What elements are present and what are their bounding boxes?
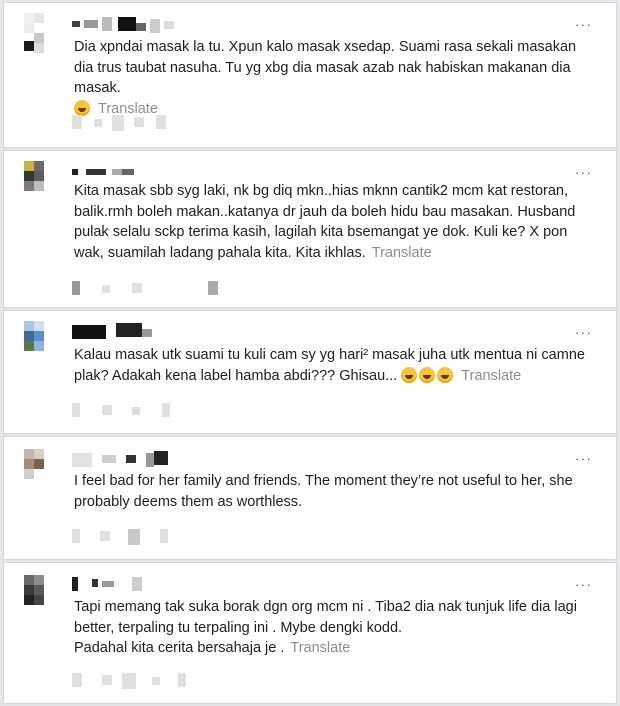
comment-body: Kita masak sbb syg laki, nk bg diq mkn..… xyxy=(74,183,576,261)
comment-card: ··· Kalau masak utk suami tu kuli cam sy… xyxy=(3,310,617,434)
comment-card: ··· I feel bad for her family and friend… xyxy=(3,436,617,560)
comment-card: ··· Kita masak sbb syg laki, nk bg diq m… xyxy=(3,150,617,308)
face-with-tears-of-joy-icon xyxy=(74,99,90,116)
avatar[interactable] xyxy=(24,321,64,361)
comment-text: Kita masak sbb syg laki, nk bg diq mkn..… xyxy=(74,181,596,263)
comment-body: Dia xpndai masak la tu. Xpun kalo masak … xyxy=(74,39,577,96)
translate-link[interactable]: Translate xyxy=(372,245,432,261)
comment-feed: ··· Dia xpndai masak la tu. Xpun kalo ma… xyxy=(0,0,620,706)
author-name-redacted[interactable] xyxy=(72,165,152,181)
comment-body-line: Padahal kita cerita bersahaja je . xyxy=(74,640,285,656)
comment-text: Dia xpndai masak la tu. Xpun kalo masak … xyxy=(74,37,596,119)
comment-text: I feel bad for her family and friends. T… xyxy=(74,471,596,512)
grinning-face-with-sweat-icon xyxy=(419,366,436,383)
grinning-face-with-sweat-icon xyxy=(437,366,454,383)
more-options-button[interactable]: ··· xyxy=(575,165,592,179)
translate-link[interactable]: Translate xyxy=(290,640,350,656)
comment-actions-redacted xyxy=(72,673,232,691)
author-name-redacted[interactable] xyxy=(72,451,182,467)
comment-actions-redacted xyxy=(72,281,232,299)
comment-actions-redacted xyxy=(72,115,232,133)
comment-actions-redacted xyxy=(72,529,232,547)
more-options-button[interactable]: ··· xyxy=(575,17,592,31)
comment-card: ··· Dia xpndai masak la tu. Xpun kalo ma… xyxy=(3,2,617,148)
author-name-redacted[interactable] xyxy=(72,575,152,591)
comment-body: I feel bad for her family and friends. T… xyxy=(74,473,573,510)
avatar[interactable] xyxy=(24,161,64,201)
avatar[interactable] xyxy=(24,13,64,53)
comment-text: Kalau masak utk suami tu kuli cam sy yg … xyxy=(74,345,596,386)
avatar[interactable] xyxy=(24,575,64,615)
more-options-button[interactable]: ··· xyxy=(575,577,592,591)
comment-body-line: Tapi memang tak suka borak dgn org mcm n… xyxy=(74,599,577,636)
more-options-button[interactable]: ··· xyxy=(575,451,592,465)
author-name-redacted[interactable] xyxy=(72,17,212,33)
comment-actions-redacted xyxy=(72,403,232,421)
translate-link[interactable]: Translate xyxy=(461,368,521,384)
grinning-face-with-sweat-icon xyxy=(401,366,418,383)
comment-text: Tapi memang tak suka borak dgn org mcm n… xyxy=(74,597,596,659)
author-name-redacted[interactable] xyxy=(72,323,182,339)
comment-card: ··· Tapi memang tak suka borak dgn org m… xyxy=(3,562,617,704)
avatar[interactable] xyxy=(24,449,64,489)
more-options-button[interactable]: ··· xyxy=(575,325,592,339)
